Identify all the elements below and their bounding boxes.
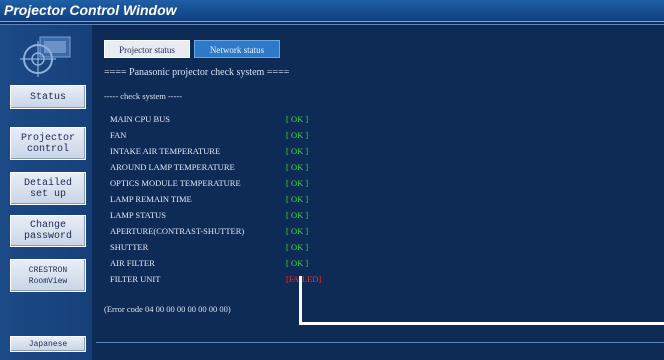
check-label: FAN — [110, 130, 127, 140]
status-badge: [ OK ] — [286, 178, 309, 188]
section-title: ----- check system ----- — [104, 91, 183, 101]
status-button[interactable]: Status — [10, 85, 86, 109]
check-label: SHUTTER — [110, 242, 149, 252]
list-item: AROUND LAMP TEMPERATURE [ OK ] — [110, 162, 430, 178]
change-password-button[interactable]: Change password — [10, 215, 86, 247]
divider — [0, 24, 664, 25]
check-label: APERTURE(CONTRAST-SHUTTER) — [110, 226, 245, 236]
check-label: AROUND LAMP TEMPERATURE — [110, 162, 235, 172]
callout-line — [299, 276, 302, 325]
list-item: SHUTTER [ OK ] — [110, 242, 430, 258]
detailed-setup-button[interactable]: Detailed set up — [10, 172, 86, 205]
main-content: Projector status Network status ==== Pan… — [96, 30, 664, 360]
crestron-roomview-button[interactable]: CRESTRON RoomView — [10, 259, 86, 292]
divider — [96, 342, 664, 343]
list-item: MAIN CPU BUS [ OK ] — [110, 114, 430, 130]
status-badge: [ OK ] — [286, 114, 309, 124]
status-badge: [ OK ] — [286, 258, 309, 268]
status-badge: [ OK ] — [286, 226, 309, 236]
list-item: FILTER UNIT [FAILED] — [110, 274, 430, 290]
window-title: Projector Control Window — [4, 2, 177, 18]
list-item: OPTICS MODULE TEMPERATURE [ OK ] — [110, 178, 430, 194]
check-label: MAIN CPU BUS — [110, 114, 170, 124]
status-badge: [ OK ] — [286, 194, 309, 204]
status-badge: [ OK ] — [286, 146, 309, 156]
check-label: FILTER UNIT — [110, 274, 161, 284]
check-label: LAMP REMAIN TIME — [110, 194, 192, 204]
status-badge: [ OK ] — [286, 242, 309, 252]
callout-line — [299, 322, 664, 325]
status-badge-failed: [FAILED] — [286, 274, 322, 284]
list-item: INTAKE AIR TEMPERATURE [ OK ] — [110, 146, 430, 162]
check-label: LAMP STATUS — [110, 210, 166, 220]
list-item: APERTURE(CONTRAST-SHUTTER) [ OK ] — [110, 226, 430, 242]
list-item: FAN [ OK ] — [110, 130, 430, 146]
list-item: AIR FILTER [ OK ] — [110, 258, 430, 274]
check-label: INTAKE AIR TEMPERATURE — [110, 146, 221, 156]
sidebar: Status Projector control Detailed set up… — [0, 25, 92, 360]
title-bar: Projector Control Window — [0, 0, 664, 22]
tab-network-status[interactable]: Network status — [194, 40, 280, 58]
check-label: AIR FILTER — [110, 258, 155, 268]
error-code: (Error code 04 00 00 00 00 00 00 00) — [104, 304, 231, 314]
tab-projector-status[interactable]: Projector status — [104, 40, 190, 58]
japanese-button[interactable]: Japanese — [10, 336, 86, 352]
status-badge: [ OK ] — [286, 162, 309, 172]
page-title: ==== Panasonic projector check system ==… — [104, 67, 290, 78]
check-label: OPTICS MODULE TEMPERATURE — [110, 178, 241, 188]
status-badge: [ OK ] — [286, 130, 309, 140]
crosshair-logo-icon — [20, 36, 71, 77]
projector-control-button[interactable]: Projector control — [10, 127, 86, 160]
list-item: LAMP STATUS [ OK ] — [110, 210, 430, 226]
status-badge: [ OK ] — [286, 210, 309, 220]
list-item: LAMP REMAIN TIME [ OK ] — [110, 194, 430, 210]
